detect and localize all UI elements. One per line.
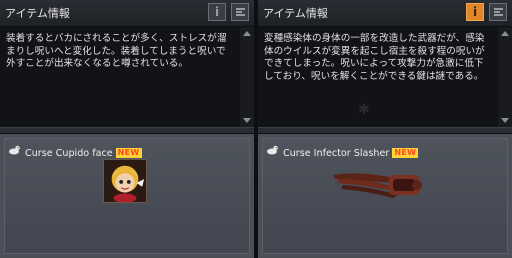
description-box: 装着するとバカにされることが多く、ストレスが溜まりし呪いへと変化した。装着してし… bbox=[0, 27, 240, 127]
item-name-row: Curse Infector Slasher NEW bbox=[283, 148, 419, 160]
item-name: Curse Infector Slasher bbox=[283, 148, 390, 159]
duck-icon bbox=[9, 145, 21, 155]
infector-slasher-image[interactable] bbox=[329, 161, 429, 201]
detail-tab-button[interactable] bbox=[231, 3, 249, 21]
item-preview-area: Curse Cupido face NEW bbox=[0, 134, 254, 258]
scroll-down-icon[interactable] bbox=[501, 118, 509, 123]
item-name: Curse Cupido face bbox=[25, 148, 113, 159]
item-info-panel-right: アイテム情報 i 変種感染体の身体の一部を改造した武器だが、感染体のウイルスが変… bbox=[258, 0, 512, 258]
list-icon bbox=[236, 8, 245, 16]
panel-title: アイテム情報 bbox=[5, 7, 70, 20]
info-icon: i bbox=[472, 5, 478, 19]
item-info-panel-left: アイテム情報 i 装着するとバカにされることが多く、ストレスが溜まりし呪いへと変… bbox=[0, 0, 254, 258]
duck-icon bbox=[267, 145, 279, 155]
info-tab-button[interactable]: i bbox=[208, 3, 226, 21]
item-preview-frame: Curse Cupido face NEW bbox=[4, 138, 250, 254]
list-icon bbox=[494, 8, 503, 16]
new-badge: NEW bbox=[392, 148, 419, 158]
scroll-down-icon[interactable] bbox=[243, 118, 251, 123]
detail-tab-button[interactable] bbox=[489, 3, 507, 21]
item-preview-area: Curse Infector Slasher NEW bbox=[258, 134, 512, 258]
panel-title: アイテム情報 bbox=[263, 7, 328, 20]
description-scrollbar[interactable] bbox=[498, 27, 512, 127]
panel-header: アイテム情報 i bbox=[0, 0, 254, 27]
section-divider bbox=[0, 127, 254, 134]
scroll-up-icon[interactable] bbox=[243, 31, 251, 36]
item-preview-frame: Curse Infector Slasher NEW bbox=[262, 138, 508, 254]
info-icon: i bbox=[214, 5, 220, 19]
panel-header: アイテム情報 i bbox=[258, 0, 512, 27]
scroll-up-icon[interactable] bbox=[501, 31, 509, 36]
item-description: 装着するとバカにされることが多く、ストレスが溜まりし呪いへと変化した。装着してし… bbox=[6, 33, 227, 69]
watermark-icon: ✱ bbox=[358, 102, 370, 118]
description-scrollbar[interactable] bbox=[240, 27, 254, 127]
new-badge: NEW bbox=[115, 148, 142, 158]
item-description: 変種感染体の身体の一部を改造した武器だが、感染体のウイルスが変異を起こし宿主を殺… bbox=[264, 33, 485, 82]
cupido-face-thumbnail[interactable] bbox=[103, 159, 147, 203]
info-tab-button[interactable]: i bbox=[466, 3, 484, 21]
section-divider bbox=[258, 127, 512, 134]
description-box: 変種感染体の身体の一部を改造した武器だが、感染体のウイルスが変異を起こし宿主を殺… bbox=[258, 27, 498, 127]
